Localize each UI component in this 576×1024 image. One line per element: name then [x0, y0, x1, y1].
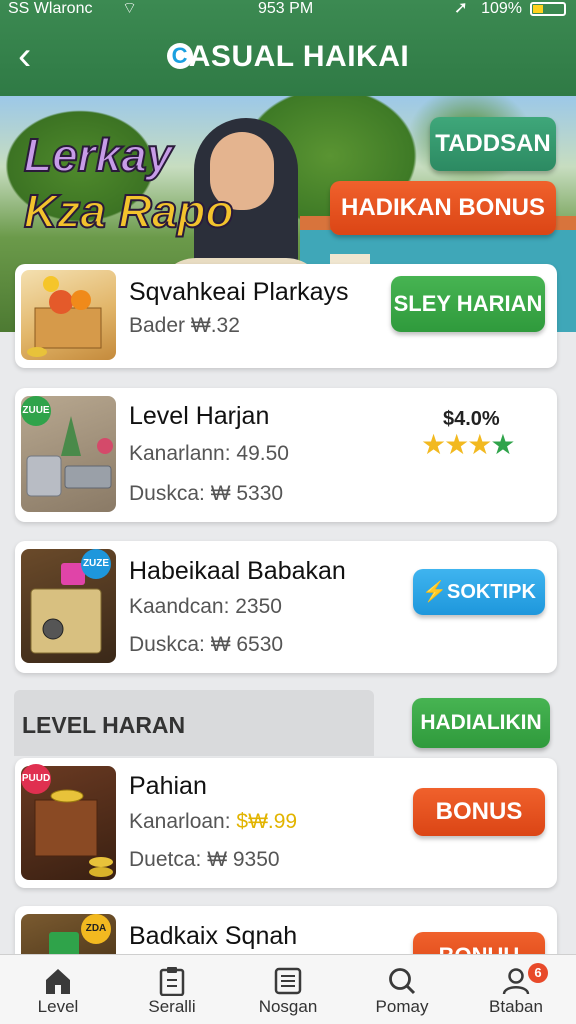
card-title: Badkaix Sqnah: [129, 922, 298, 950]
list-icon: [238, 961, 338, 997]
star-icon: ★: [444, 429, 469, 460]
wifi-icon: ⌔: [122, 0, 138, 17]
list-item[interactable]: Sqvahkeai Plarkays Bader ₩.32 SLEY HARIA…: [15, 264, 557, 368]
list-item[interactable]: ZUZE Habeikaal Babakan Kaandcan: 2350 Du…: [15, 541, 557, 673]
nav-label: Seralli: [148, 997, 196, 1016]
battery-icon: [530, 2, 566, 16]
hero-title-line2: Kza Rapo: [23, 184, 235, 238]
star-icon: ★: [467, 429, 492, 460]
section-title: LEVEL HARAN: [22, 712, 186, 738]
crate-of-fruit-image: [21, 270, 116, 360]
clipboard-icon: [122, 961, 222, 997]
card-detail-1: Kanarlann: 49.50: [129, 442, 289, 465]
card-detail-1: Kanarloan: $₩.99: [129, 810, 297, 834]
bottom-navigation: Level Seralli Nosgan Pomay 6 Btaban: [0, 954, 576, 1024]
category-badge: ZUUE: [21, 396, 51, 426]
card-title: Sqvahkeai Plarkays: [129, 278, 349, 306]
soktipk-button-label: SOKTIPK: [447, 581, 536, 603]
star-icon: ★: [490, 429, 515, 460]
star-rating: ★★★★: [421, 428, 515, 461]
card-price: Bader ₩.32: [129, 314, 240, 337]
page-title: CASUAL HAIKAI: [0, 40, 576, 74]
hero-bonus-button[interactable]: HADIKAN BONUS: [330, 181, 556, 235]
nav-label: Nosgan: [258, 997, 318, 1016]
status-time: 953 PM: [258, 0, 314, 17]
nav-item-btaban[interactable]: 6 Btaban: [466, 961, 566, 1017]
soktipk-button[interactable]: ⚡SOKTIPK: [413, 569, 545, 615]
section-header: LEVEL HARAN: [14, 690, 374, 756]
card-detail-2: Duskca: ₩ 6530: [129, 633, 284, 656]
nav-label: Level: [37, 997, 79, 1016]
app-header: SS Wlaronc ⌔ 953 PM ➚ 109% ‹ CASUAL HAIK…: [0, 0, 576, 96]
status-bar: SS Wlaronc ⌔ 953 PM ➚ 109%: [0, 0, 576, 22]
card-detail-1-prefix: Kanarloan:: [129, 810, 237, 833]
card-title: Level Harjan: [129, 402, 270, 430]
carrier-label: SS Wlaronc: [8, 0, 93, 17]
card-detail-1-value: $₩.99: [236, 810, 298, 833]
location-icon: ➚: [453, 0, 468, 17]
card-detail-2: Duetca: ₩ 9350: [129, 848, 280, 871]
lightning-icon: ⚡: [422, 581, 447, 603]
card-detail-1: Kaandcan: 2350: [129, 595, 282, 618]
list-item[interactable]: ZUUE Level Harjan Kanarlann: 49.50 Duskc…: [15, 388, 557, 522]
home-icon: [8, 961, 108, 997]
user-icon: [466, 961, 566, 997]
notification-badge: 6: [528, 963, 548, 983]
category-badge: PUUD: [21, 764, 51, 794]
nav-item-nosgan[interactable]: Nosgan: [238, 961, 338, 1017]
card-detail-2: Duskca: ₩ 5330: [129, 482, 284, 505]
category-badge: ZDA: [81, 914, 111, 944]
page-title-text: ASUAL HAIKAI: [188, 40, 410, 73]
card-title: Habeikaal Babakan: [129, 557, 346, 585]
hadialikin-button[interactable]: HADIALIKIN: [412, 698, 550, 748]
hero-top-button[interactable]: TADDSAN: [430, 117, 556, 171]
nav-label: Btaban: [489, 997, 543, 1016]
star-icon: ★: [421, 429, 446, 460]
nav-item-level[interactable]: Level: [8, 961, 108, 1017]
bonus-button[interactable]: BONUS: [413, 788, 545, 836]
card-title: Pahian: [129, 772, 207, 800]
nav-item-seralli[interactable]: Seralli: [122, 961, 222, 1017]
category-badge: ZUZE: [81, 549, 111, 579]
battery-percent: 109%: [481, 0, 522, 17]
nav-label: Pomay: [375, 997, 429, 1016]
sley-harian-button[interactable]: SLEY HARIAN: [391, 276, 545, 332]
list-item[interactable]: PUUD Pahian Kanarloan: $₩.99 Duetca: ₩ 9…: [15, 758, 557, 888]
nav-item-pomay[interactable]: Pomay: [352, 961, 452, 1017]
hero-title-line1: Lerkay: [23, 128, 173, 182]
search-icon: [352, 961, 452, 997]
